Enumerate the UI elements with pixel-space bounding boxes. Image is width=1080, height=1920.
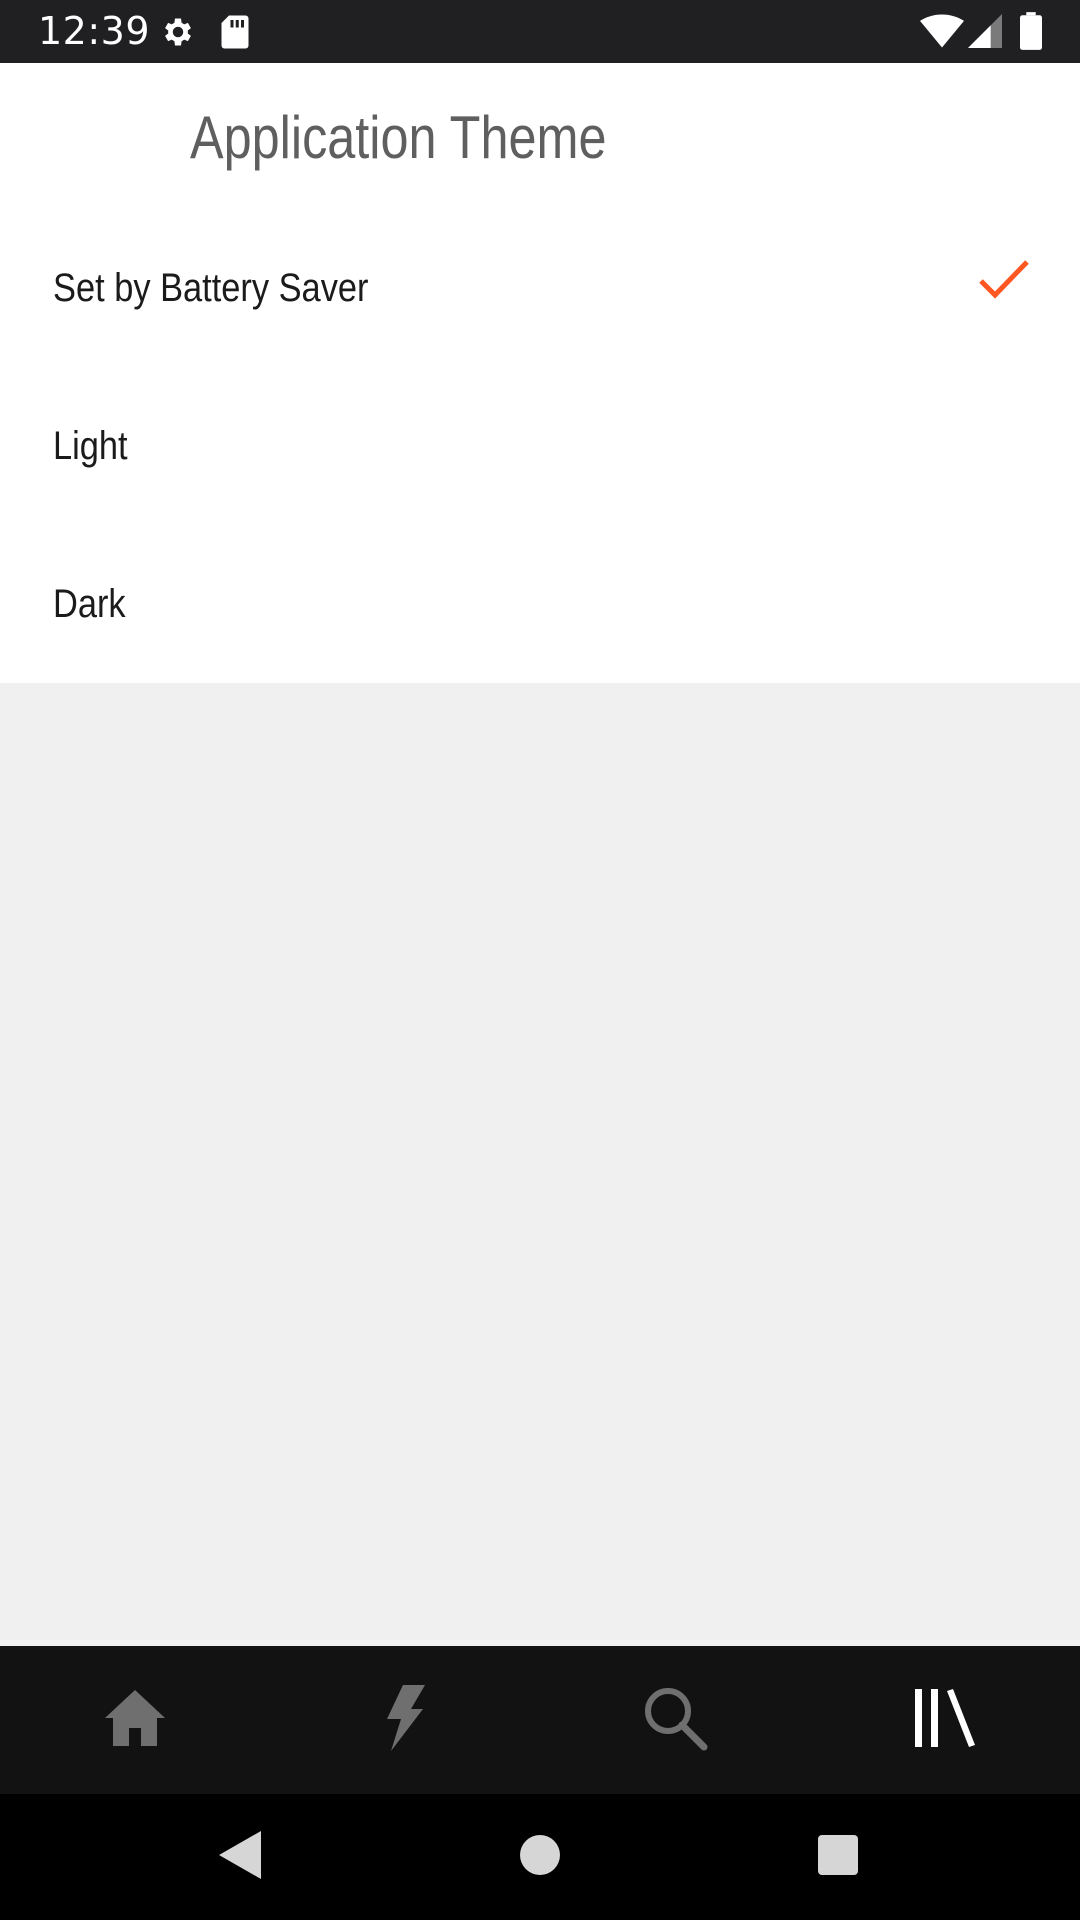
library-icon bbox=[913, 1687, 977, 1754]
signal-icon bbox=[968, 14, 1002, 53]
search-icon bbox=[642, 1685, 708, 1756]
theme-settings-panel: Application Theme Set by Battery Saver L… bbox=[0, 63, 1080, 683]
page-title: Application Theme bbox=[190, 104, 607, 171]
checkmark-icon bbox=[978, 257, 1030, 306]
option-label: Set by Battery Saver bbox=[53, 266, 369, 310]
recents-button[interactable] bbox=[778, 1794, 898, 1920]
option-dark[interactable]: Dark bbox=[0, 527, 1080, 685]
option-set-by-battery-saver[interactable]: Set by Battery Saver bbox=[0, 211, 1080, 369]
nav-search[interactable] bbox=[540, 1646, 810, 1794]
battery-icon bbox=[1020, 12, 1042, 55]
system-navigation-bar bbox=[0, 1794, 1080, 1920]
home-button[interactable] bbox=[480, 1794, 600, 1920]
lightning-icon bbox=[383, 1684, 427, 1756]
status-time: 12:39 bbox=[38, 9, 151, 53]
bottom-navigation bbox=[0, 1646, 1080, 1794]
wifi-icon bbox=[920, 14, 964, 53]
nav-library[interactable] bbox=[810, 1646, 1080, 1794]
nav-home[interactable] bbox=[0, 1646, 270, 1794]
recents-icon bbox=[818, 1834, 858, 1880]
back-icon bbox=[219, 1830, 261, 1884]
option-label: Dark bbox=[53, 582, 126, 626]
gear-icon bbox=[160, 14, 196, 55]
option-label: Light bbox=[53, 424, 128, 468]
home-circle-icon bbox=[520, 1834, 560, 1880]
nav-lightning[interactable] bbox=[270, 1646, 540, 1794]
back-button[interactable] bbox=[180, 1794, 300, 1920]
home-icon bbox=[103, 1688, 167, 1753]
status-bar: 12:39 bbox=[0, 0, 1080, 63]
option-light[interactable]: Light bbox=[0, 369, 1080, 527]
sd-card-icon bbox=[220, 14, 250, 55]
